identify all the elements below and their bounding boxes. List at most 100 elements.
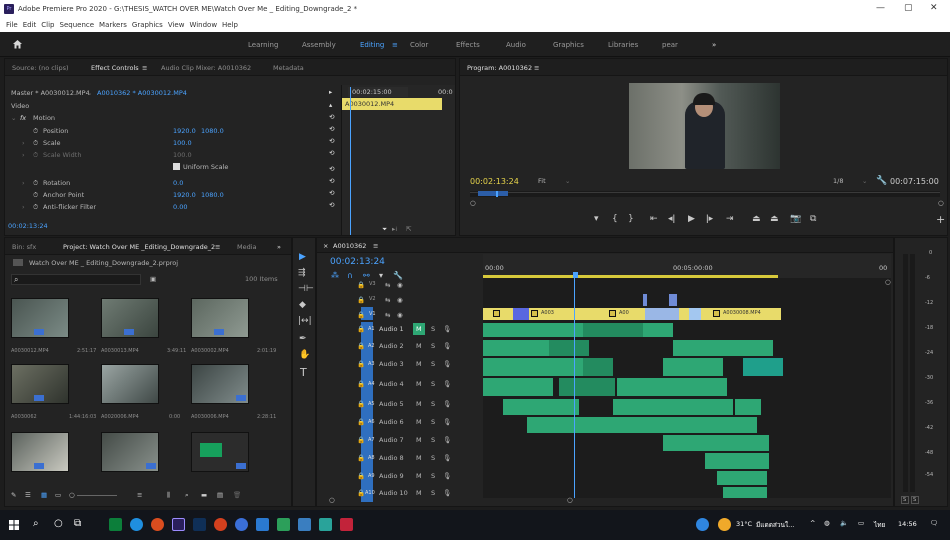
audio-clip[interactable] bbox=[613, 399, 733, 415]
tab-media-browser[interactable]: Media bbox=[237, 243, 257, 251]
mute-button[interactable]: M bbox=[416, 325, 422, 333]
microphone-icon[interactable]: 🎙 bbox=[443, 489, 451, 497]
task-view-icon[interactable]: ⧉ bbox=[74, 518, 81, 529]
clip-thumbnail[interactable] bbox=[101, 298, 159, 338]
workspace-graphics[interactable]: Graphics bbox=[553, 41, 584, 49]
media-player-icon[interactable] bbox=[214, 518, 227, 531]
add-marker-icon[interactable]: ▾ bbox=[594, 214, 599, 224]
menu-sequence[interactable]: Sequence bbox=[60, 21, 95, 29]
volume-icon[interactable]: 🔈 bbox=[840, 519, 848, 527]
program-scrubber[interactable] bbox=[470, 191, 940, 197]
stopwatch-icon[interactable]: ⏱ bbox=[33, 179, 38, 188]
add-button-icon[interactable]: + bbox=[936, 213, 945, 226]
microphone-icon[interactable]: 🎙 bbox=[443, 360, 451, 368]
video-clip[interactable] bbox=[643, 294, 647, 306]
tab-project[interactable]: Project: Watch Over ME _Editing_Downgrad… bbox=[63, 243, 215, 251]
workspace-pear[interactable]: pear bbox=[662, 41, 678, 49]
sort-icon[interactable]: ≡ bbox=[137, 491, 142, 499]
tab-metadata[interactable]: Metadata bbox=[273, 64, 304, 72]
workspace-color[interactable]: Color bbox=[410, 41, 428, 49]
automate-to-sequence-icon[interactable]: ⫼ bbox=[167, 491, 170, 500]
anti-flicker-value[interactable]: 0.00 bbox=[173, 203, 187, 211]
panel-overflow-icon[interactable]: » bbox=[277, 243, 281, 251]
video-clip[interactable] bbox=[669, 294, 677, 306]
video-clip[interactable] bbox=[645, 308, 679, 320]
audio-clip[interactable] bbox=[617, 378, 727, 396]
lock-icon[interactable]: 🔒 bbox=[357, 380, 365, 388]
position-y-value[interactable]: 1080.0 bbox=[201, 127, 224, 135]
audio-clip[interactable] bbox=[647, 417, 757, 433]
go-to-in-icon[interactable]: ⇤ bbox=[650, 214, 658, 224]
scroll-handle-icon[interactable]: ○ bbox=[567, 496, 573, 504]
mute-button[interactable]: M bbox=[416, 436, 422, 444]
solo-button[interactable]: S bbox=[431, 454, 435, 462]
solo-left-button[interactable]: S bbox=[901, 496, 909, 504]
microphone-icon[interactable]: 🎙 bbox=[443, 418, 451, 426]
audio-clip[interactable] bbox=[717, 471, 767, 485]
workspace-assembly[interactable]: Assembly bbox=[302, 41, 336, 49]
menu-window[interactable]: Window bbox=[189, 21, 217, 29]
audio-clip[interactable] bbox=[527, 417, 647, 433]
icon-view-icon[interactable]: ▦ bbox=[41, 491, 47, 499]
extract-icon[interactable]: ⏏ bbox=[770, 214, 779, 224]
lock-icon[interactable]: 🔒 bbox=[357, 472, 365, 480]
premiere-taskbar-icon[interactable] bbox=[172, 518, 185, 531]
track-select-tool-icon[interactable]: ⇶ bbox=[298, 268, 306, 278]
tab-menu-icon[interactable]: ≡ bbox=[215, 243, 220, 251]
solo-button[interactable]: S bbox=[431, 360, 435, 368]
audio-clip[interactable] bbox=[559, 378, 615, 396]
workspace-libraries[interactable]: Libraries bbox=[608, 41, 638, 49]
mute-button[interactable]: M bbox=[416, 418, 422, 426]
slip-tool-icon[interactable]: |↔| bbox=[298, 316, 312, 326]
clip-thumbnail[interactable] bbox=[101, 432, 159, 472]
go-to-out-icon[interactable]: ⇥ bbox=[726, 214, 734, 224]
clip-thumbnail[interactable] bbox=[11, 298, 69, 338]
store-icon[interactable] bbox=[298, 518, 311, 531]
comparison-view-icon[interactable]: ⧉ bbox=[810, 214, 816, 224]
pen-tool-icon[interactable]: ✒ bbox=[299, 334, 307, 344]
minimize-button[interactable]: — bbox=[876, 3, 885, 13]
microphone-icon[interactable]: 🎙 bbox=[443, 400, 451, 408]
solo-button[interactable]: S bbox=[431, 436, 435, 444]
program-timecode[interactable]: 00:02:13:24 bbox=[470, 177, 519, 186]
audio-clip[interactable] bbox=[483, 340, 549, 356]
clip-thumbnail[interactable] bbox=[191, 298, 249, 338]
solo-button[interactable]: S bbox=[431, 489, 435, 497]
microphone-icon[interactable]: 🎙 bbox=[443, 325, 451, 333]
sync-lock-icon[interactable]: ⇆ bbox=[385, 311, 390, 319]
weather-description[interactable]: มีแดดส่วนใ... bbox=[756, 520, 794, 530]
fx-badge-icon[interactable]: fx bbox=[20, 114, 26, 122]
audio-clip[interactable] bbox=[663, 358, 723, 376]
video-clip[interactable]: A0030008.MP4 bbox=[701, 308, 781, 320]
wrench-icon[interactable]: 🔧 bbox=[876, 176, 887, 186]
mute-button[interactable]: M bbox=[416, 454, 422, 462]
stopwatch-icon[interactable]: ⏱ bbox=[33, 191, 38, 200]
expand-chevron-icon[interactable]: › bbox=[22, 139, 25, 147]
find-icon[interactable]: ⌕ bbox=[185, 491, 189, 500]
tab-program[interactable]: Program: A0010362 bbox=[467, 64, 532, 72]
clip-thumbnail[interactable] bbox=[101, 364, 159, 404]
expand-chevron-icon[interactable]: › bbox=[22, 203, 25, 211]
reset-icon[interactable]: ⟲ bbox=[329, 201, 334, 209]
scale-value[interactable]: 100.0 bbox=[173, 139, 192, 147]
resolution-dropdown[interactable]: 1/8 bbox=[833, 177, 843, 185]
chevron-up-icon[interactable]: ^ bbox=[810, 519, 815, 527]
reset-icon[interactable]: ⟲ bbox=[329, 113, 334, 121]
freeform-view-icon[interactable]: ▭ bbox=[55, 491, 61, 499]
trash-icon[interactable]: 🗑 bbox=[233, 491, 241, 499]
zoom-slider-track[interactable] bbox=[77, 495, 117, 496]
chevron-down-icon[interactable]: ⌄ bbox=[565, 177, 570, 185]
stopwatch-icon[interactable]: ⏱ bbox=[33, 203, 38, 212]
menu-markers[interactable]: Markers bbox=[99, 21, 127, 29]
hand-tool-icon[interactable]: ✋ bbox=[299, 350, 310, 360]
workspace-audio[interactable]: Audio bbox=[506, 41, 526, 49]
clip-thumbnail[interactable] bbox=[191, 364, 249, 404]
audio-clip[interactable] bbox=[549, 323, 583, 337]
reset-icon[interactable]: ⟲ bbox=[329, 149, 334, 157]
solo-button[interactable]: S bbox=[431, 418, 435, 426]
rotation-value[interactable]: 0.0 bbox=[173, 179, 183, 187]
app-icon[interactable] bbox=[319, 518, 332, 531]
photoshop-icon[interactable] bbox=[193, 518, 206, 531]
tab-audio-clip-mixer[interactable]: Audio Clip Mixer: A0010362 bbox=[161, 64, 251, 72]
weather-icon[interactable] bbox=[718, 518, 731, 531]
